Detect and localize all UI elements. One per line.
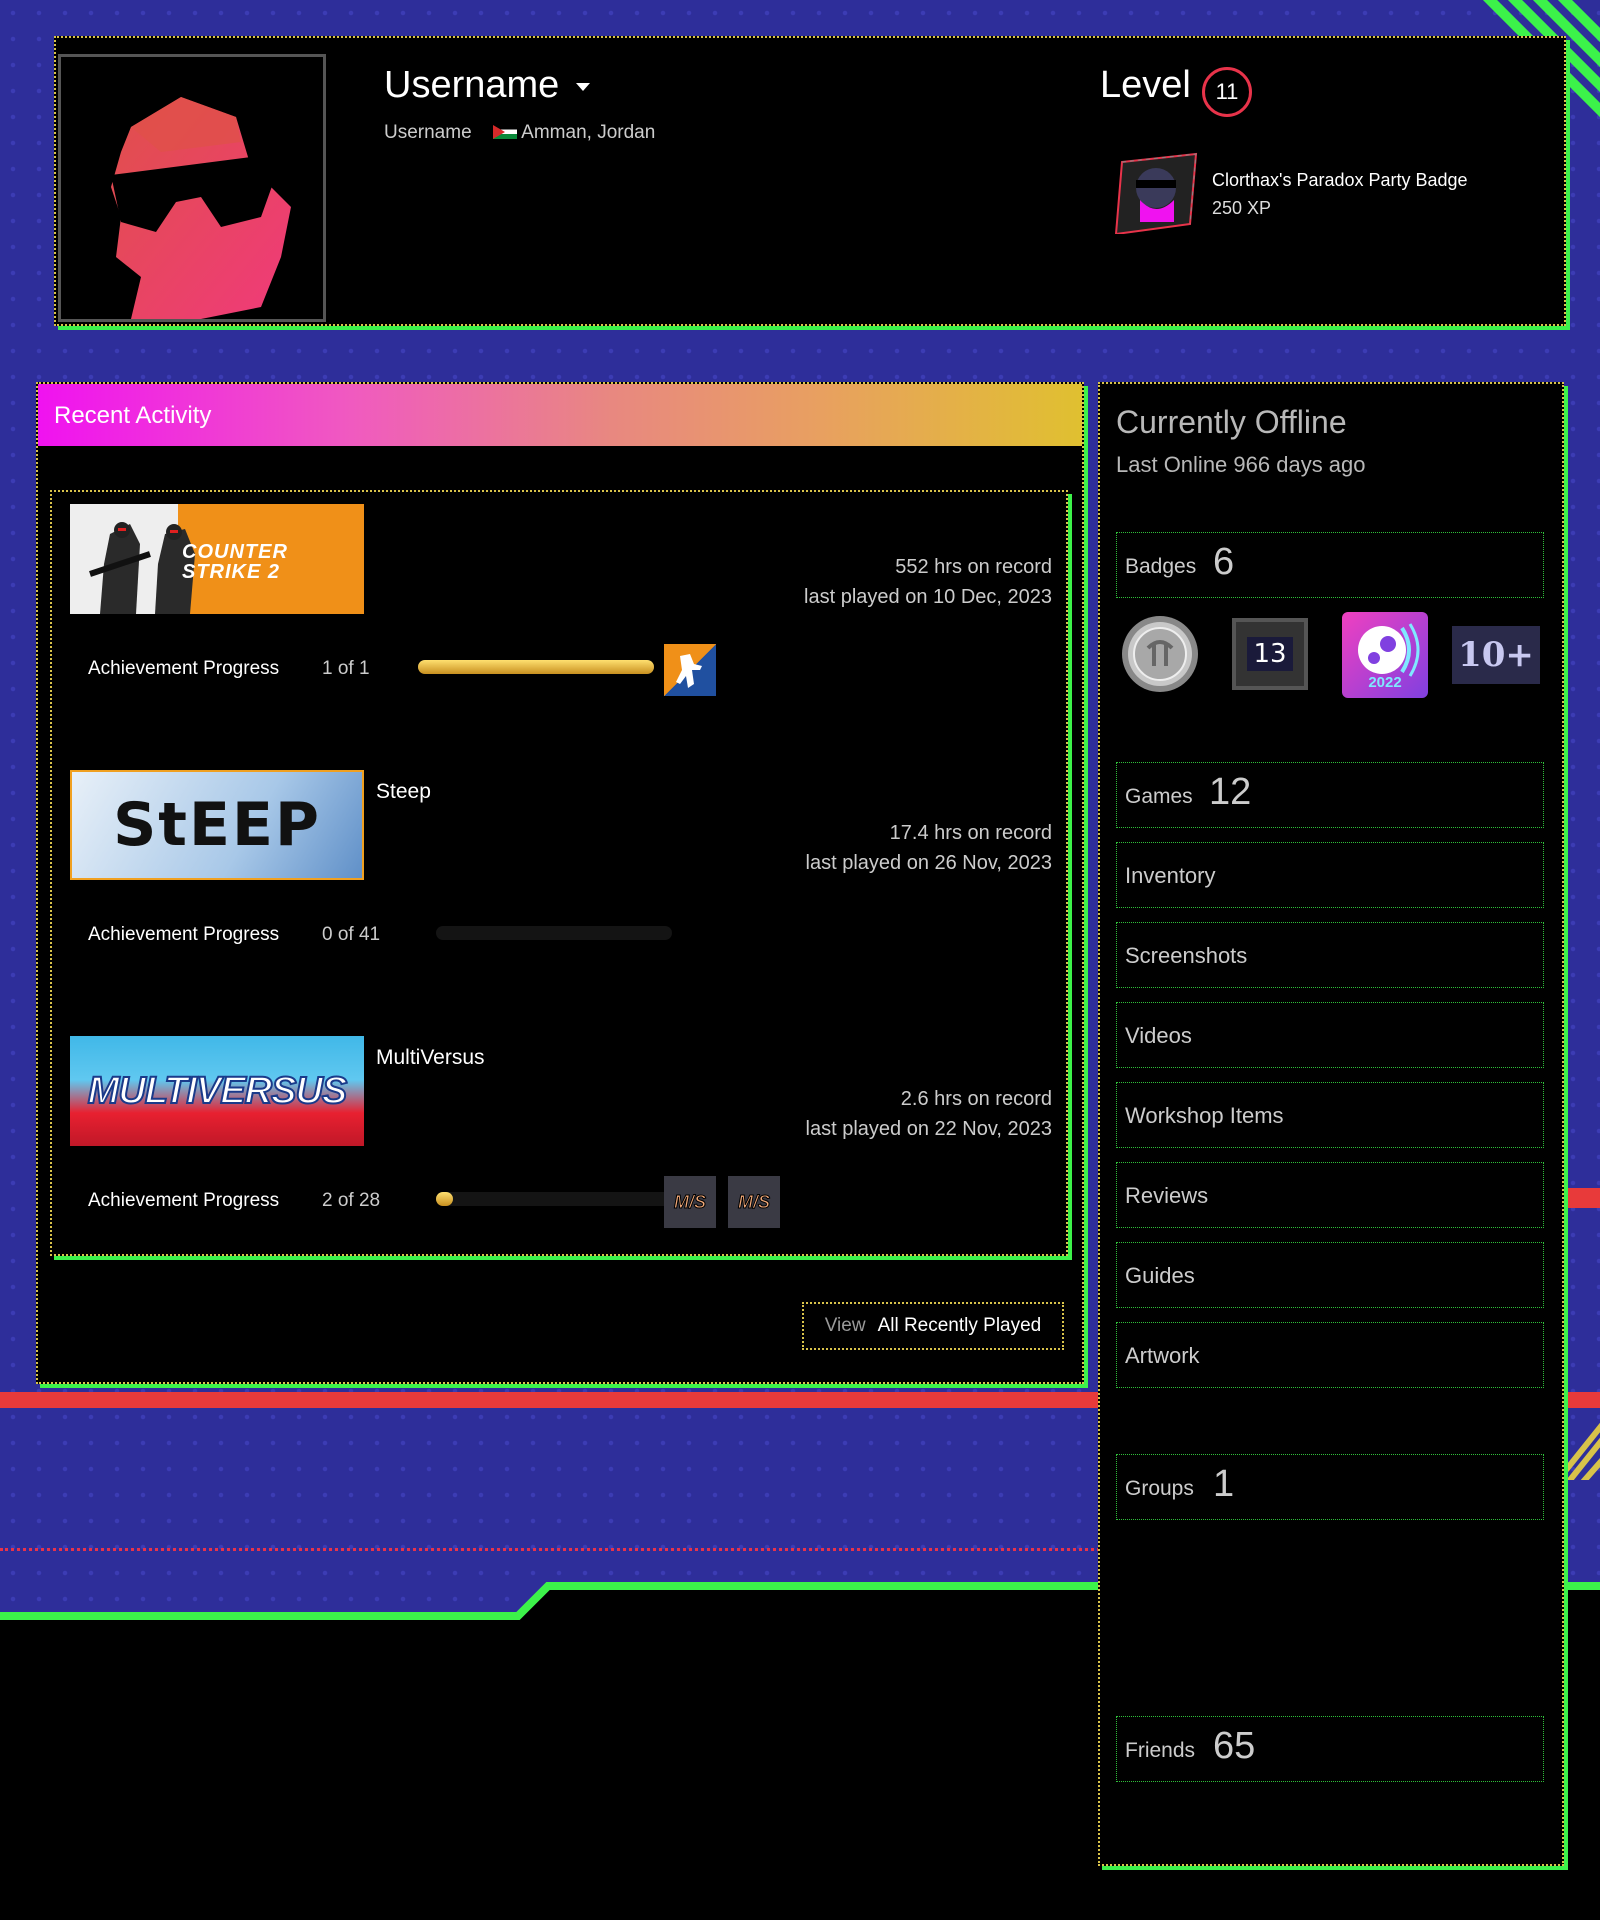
avatar[interactable] [58,54,326,322]
profile-header: Username Username Amman, Jordan Level 11… [54,36,1566,326]
progress-fill [418,660,654,674]
groups-link[interactable]: Groups 1 [1116,1454,1544,1520]
capsule-text: MULTIVERSUS [87,1069,349,1113]
link-label: Reviews [1125,1183,1209,1208]
view-all-label: All Recently Played [877,1315,1042,1336]
level-value: 11 [1215,79,1239,104]
username-heading[interactable]: Username [384,64,590,107]
game-row: COUNTER STRIKE 2 552 hrs on record last … [50,490,1068,750]
workshop-items-link[interactable]: Workshop Items [1116,1082,1544,1148]
game-row: MULTIVERSUS MultiVersus 2.6 hrs on recor… [50,1022,1068,1256]
link-label: Guides [1125,1263,1195,1288]
featured-badge-xp: 250 XP [1212,198,1272,218]
link-label: Workshop Items [1125,1103,1284,1128]
achievement-progress-label: Achievement Progress [88,658,280,679]
guides-link[interactable]: Guides [1116,1242,1544,1308]
achievement-icon-ms[interactable]: M/S [664,1176,716,1228]
badges-label: Badges [1125,555,1197,578]
badges-count: 6 [1213,541,1235,583]
badge-2022-text: 2022 [1368,674,1402,691]
game-capsule-steep[interactable]: StEEP [70,770,364,880]
game-hours: 552 hrs on record [895,556,1052,578]
game-capsule-cs2[interactable]: COUNTER STRIKE 2 [70,504,364,614]
persona-name: Username [384,122,472,143]
games-count: 12 [1209,771,1252,813]
recent-activity-header: Recent Activity [38,384,1082,446]
username: Username [384,64,560,106]
artwork-link[interactable]: Artwork [1116,1322,1544,1388]
featured-badge-name[interactable]: Clorthax's Paradox Party Badge [1212,170,1468,191]
game-last-played: last played on 10 Dec, 2023 [804,586,1052,608]
link-label: Artwork [1125,1343,1200,1368]
achievement-icon-cs[interactable] [664,644,716,696]
badge-10plus-text: 10+ [1458,635,1534,675]
caret-down-icon[interactable] [575,82,590,91]
last-online: Last Online 966 days ago [1116,452,1366,477]
game-row: StEEP Steep 17.4 hrs on record last play… [50,756,1068,1016]
level-label: Level [1100,64,1191,106]
inventory-link[interactable]: Inventory [1116,842,1544,908]
reviews-link[interactable]: Reviews [1116,1162,1544,1228]
achievement-progress-count: 1 of 1 [322,658,370,679]
achievement-icon-text: M/S [673,1191,706,1212]
friends-link[interactable]: Friends 65 [1116,1716,1544,1782]
location: Amman, Jordan [521,122,656,143]
game-last-played: last played on 26 Nov, 2023 [805,852,1052,874]
achievement-progress-bar[interactable] [436,926,672,940]
achievement-icon-text: M/S [737,1191,770,1212]
achievement-progress-count: 0 of 41 [322,924,381,945]
badge-years-text: 13 [1247,637,1293,671]
games-link[interactable]: Games 12 [1116,762,1544,828]
featured-badge-icon[interactable] [1112,152,1200,234]
recent-activity-panel: Recent Activity COUNTER STRIKE 2 552 hrs… [36,382,1084,1384]
games-list: COUNTER STRIKE 2 552 hrs on record last … [50,490,1068,1256]
achievement-icon-ms[interactable]: M/S [728,1176,780,1228]
game-title[interactable]: MultiVersus [376,1046,485,1070]
achievement-progress-label: Achievement Progress [88,924,280,945]
yellow-stripes [1566,1410,1600,1480]
achievement-progress-label: Achievement Progress [88,1190,280,1211]
persona-line: Username Amman, Jordan [384,122,655,144]
game-hours: 2.6 hrs on record [900,1088,1052,1110]
friends-label: Friends [1125,1739,1196,1762]
link-label: Screenshots [1125,943,1248,968]
red-stripe-right [1566,1188,1600,1208]
achievement-progress-count: 2 of 28 [322,1190,381,1211]
achievement-progress-bar[interactable] [436,1192,672,1206]
achievement-progress-bar[interactable] [418,660,654,674]
level-badge[interactable]: 11 [1202,67,1252,117]
badge-icon-years[interactable]: 13 [1232,618,1308,690]
groups-count: 1 [1213,1463,1235,1505]
game-last-played: last played on 22 Nov, 2023 [805,1118,1052,1140]
red-dotted-line [0,1548,1100,1551]
videos-link[interactable]: Videos [1116,1002,1544,1068]
capsule-text: StEEP [113,790,321,860]
link-label: Inventory [1125,863,1216,888]
screenshots-link[interactable]: Screenshots [1116,922,1544,988]
capsule-text: COUNTER STRIKE 2 [182,541,288,583]
friends-count: 65 [1213,1725,1256,1767]
link-label: Videos [1125,1023,1192,1048]
view-all-recently-played-button[interactable]: View All Recently Played [802,1302,1064,1350]
badge-icon-coin[interactable] [1120,614,1200,694]
progress-fill [436,1192,453,1206]
red-stripe-right-2 [1566,1392,1600,1408]
profile-sidebar: Currently Offline Last Online 966 days a… [1098,382,1564,1866]
game-title[interactable]: Steep [376,780,431,804]
badge-icon-10plus[interactable]: 10+ [1452,626,1540,684]
game-capsule-multiversus[interactable]: MULTIVERSUS [70,1036,364,1146]
games-label: Games [1125,785,1193,808]
red-stripe [0,1392,1100,1408]
recent-activity-title: Recent Activity [54,402,212,429]
groups-label: Groups [1125,1477,1194,1500]
view-label: View [824,1315,866,1336]
badge-icon-steam-2022[interactable]: 2022 [1342,612,1428,698]
online-status: Currently Offline [1116,404,1347,440]
game-hours: 17.4 hrs on record [889,822,1052,844]
flag-icon [492,125,517,139]
badges-link[interactable]: Badges 6 [1116,532,1544,598]
